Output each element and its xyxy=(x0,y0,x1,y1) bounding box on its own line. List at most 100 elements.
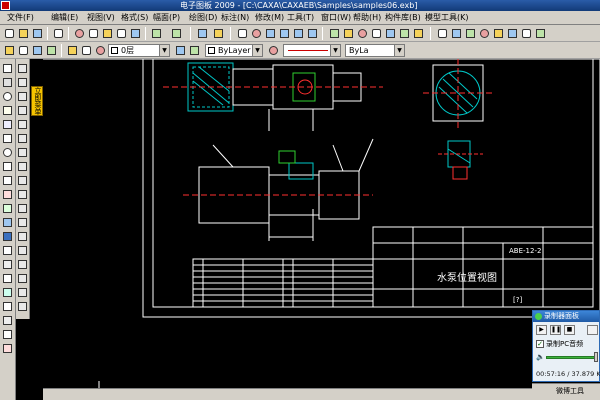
zoom-previous-icon[interactable] xyxy=(306,27,319,40)
leader-tool-icon[interactable] xyxy=(17,287,29,299)
record-pause-button[interactable]: ❚❚ xyxy=(550,325,561,335)
explode-tool-icon[interactable] xyxy=(17,203,29,215)
line-tool-icon[interactable] xyxy=(2,63,14,75)
color-swatch-icon[interactable] xyxy=(94,44,107,57)
menu-component-library[interactable]: 构件库(B) xyxy=(382,12,424,24)
copy-icon[interactable] xyxy=(87,27,100,40)
hatch-tool-icon[interactable] xyxy=(2,217,14,229)
menu-tools[interactable]: 工具(T) xyxy=(284,12,317,24)
menu-draw[interactable]: 绘图(D) xyxy=(186,12,220,24)
zoom-extents-icon[interactable] xyxy=(292,27,305,40)
freeze-icon[interactable] xyxy=(80,44,93,57)
menu-sheet[interactable]: 幅面(P) xyxy=(150,12,183,24)
measure-icon[interactable] xyxy=(478,27,491,40)
paste-icon[interactable] xyxy=(101,27,114,40)
menu-dimension[interactable]: 标注(N) xyxy=(218,12,252,24)
open-folder-icon[interactable] xyxy=(17,27,30,40)
circle-tool-icon[interactable] xyxy=(2,91,14,103)
help-icon[interactable] xyxy=(196,27,209,40)
equidistant-tool-icon[interactable] xyxy=(2,203,14,215)
point-tool-icon[interactable] xyxy=(2,133,14,145)
menu-model-tools[interactable]: 模型工具(K) xyxy=(422,12,472,24)
break-line-tool-icon[interactable] xyxy=(2,259,14,271)
centerline-tool-icon[interactable] xyxy=(2,189,14,201)
block-icon[interactable] xyxy=(398,27,411,40)
fill-tool-icon[interactable] xyxy=(2,231,14,243)
color-icon[interactable] xyxy=(356,27,369,40)
menu-file[interactable]: 文件(F) xyxy=(4,12,37,24)
corner-tray[interactable]: 微博工具 xyxy=(532,383,600,400)
spline-tool-icon[interactable] xyxy=(2,119,14,131)
volume-slider[interactable] xyxy=(546,356,596,359)
array-tool-icon[interactable] xyxy=(17,161,29,173)
offset-tool-icon[interactable] xyxy=(17,231,29,243)
fillet-tool-icon[interactable] xyxy=(17,175,29,187)
menu-edit[interactable]: 编辑(E) xyxy=(48,12,81,24)
volume-slider-knob[interactable] xyxy=(594,352,598,362)
select-all-icon[interactable] xyxy=(129,27,142,40)
menu-help[interactable]: 帮助(H) xyxy=(350,12,384,24)
record-stop-button[interactable]: ■ xyxy=(564,325,575,335)
snap-icon[interactable] xyxy=(436,27,449,40)
immediate-menu-tab[interactable]: 立即菜单 xyxy=(31,86,43,116)
save-icon[interactable] xyxy=(31,27,44,40)
table-tool-icon[interactable] xyxy=(2,315,14,327)
layer-state-icon[interactable] xyxy=(45,44,58,57)
pan-icon[interactable] xyxy=(250,27,263,40)
roughness-tool-icon[interactable] xyxy=(17,301,29,313)
join-tool-icon[interactable] xyxy=(17,259,29,271)
record-play-button[interactable]: ▶ xyxy=(536,325,547,335)
trim-tool-icon[interactable] xyxy=(17,91,29,103)
paste-special-icon[interactable] xyxy=(115,27,128,40)
hatch-icon[interactable] xyxy=(412,27,425,40)
drawing-canvas[interactable]: 水泵位置视图 ABE-12-2 [?] xyxy=(43,59,600,400)
bulb-icon[interactable] xyxy=(3,44,16,57)
cut-icon[interactable] xyxy=(73,27,86,40)
image-icon[interactable] xyxy=(506,27,519,40)
chamfer-tool-icon[interactable] xyxy=(17,189,29,201)
query-icon[interactable] xyxy=(492,27,505,40)
menu-modify[interactable]: 修改(M) xyxy=(252,12,287,24)
menu-format[interactable]: 格式(S) xyxy=(118,12,151,24)
erase-tool-icon[interactable] xyxy=(2,343,14,355)
recorder-settings-icon[interactable] xyxy=(587,325,598,335)
extend-tool-icon[interactable] xyxy=(17,105,29,117)
new-file-icon[interactable] xyxy=(3,27,16,40)
mirror-tool-icon[interactable] xyxy=(17,119,29,131)
parallel-line-tool-icon[interactable] xyxy=(2,77,14,89)
print-icon[interactable] xyxy=(52,27,65,40)
grid-icon[interactable] xyxy=(450,27,463,40)
menu-view[interactable]: 视图(V) xyxy=(84,12,118,24)
linetype-combo[interactable]: ByLayer ▼ xyxy=(205,44,263,57)
rotate-tool-icon[interactable] xyxy=(17,133,29,145)
arc-tool-icon[interactable] xyxy=(2,105,14,117)
block-insert-tool-icon[interactable] xyxy=(2,273,14,285)
ellipse-tool-icon[interactable] xyxy=(2,147,14,159)
redraw-icon[interactable] xyxy=(236,27,249,40)
color-combo[interactable]: ByLa ▼ xyxy=(345,44,405,57)
sun-icon[interactable] xyxy=(66,44,79,57)
break-tool-icon[interactable] xyxy=(17,245,29,257)
redo-icon[interactable] xyxy=(170,27,183,40)
polygon-tool-icon[interactable] xyxy=(2,175,14,187)
record-audio-checkbox[interactable]: ✓ xyxy=(536,340,544,348)
scale-tool-icon[interactable] xyxy=(17,147,29,159)
match-properties-icon[interactable] xyxy=(174,44,187,57)
app-icon[interactable] xyxy=(1,1,10,10)
pointer-tool-icon[interactable] xyxy=(2,329,14,341)
polyline-tool-icon[interactable] xyxy=(2,245,14,257)
lock-icon[interactable] xyxy=(17,44,30,57)
layer-manager-icon[interactable] xyxy=(328,27,341,40)
image-tool-icon[interactable] xyxy=(2,287,14,299)
linetype-icon[interactable] xyxy=(342,27,355,40)
move-tool-icon[interactable] xyxy=(17,63,29,75)
dimension-style-icon[interactable] xyxy=(384,27,397,40)
stretch-tool-icon[interactable] xyxy=(17,217,29,229)
layer-previous-icon[interactable] xyxy=(188,44,201,57)
rectangle-tool-icon[interactable] xyxy=(2,161,14,173)
ortho-icon[interactable] xyxy=(464,27,477,40)
recorder-header[interactable]: 录制器面板 xyxy=(533,311,599,322)
dimension-tool-icon[interactable] xyxy=(17,273,29,285)
properties-icon[interactable] xyxy=(212,27,225,40)
menu-window[interactable]: 窗口(W) xyxy=(318,12,354,24)
